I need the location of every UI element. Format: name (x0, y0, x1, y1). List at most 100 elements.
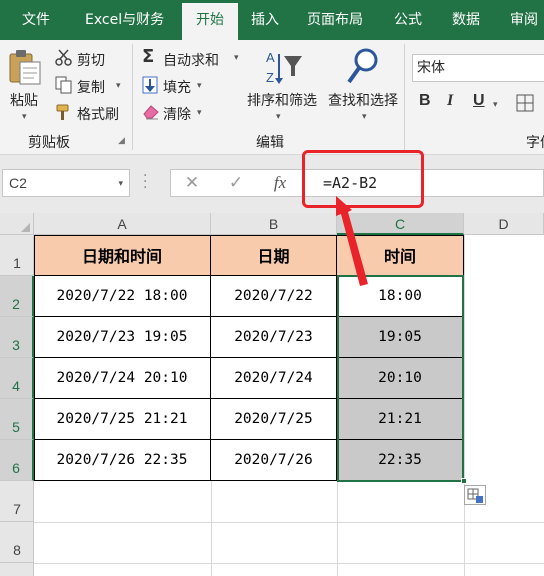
column-header-d[interactable]: D (464, 213, 544, 235)
column-header-c[interactable]: C (337, 213, 464, 235)
cell-a5[interactable]: 2020/7/25 21:21 (34, 399, 211, 440)
row-header-2[interactable]: 2 (0, 276, 34, 317)
eraser-icon (143, 105, 159, 120)
row-header-7[interactable]: 7 (0, 481, 34, 522)
tab-home[interactable]: 开始 (182, 3, 238, 40)
find-magnifier-icon (347, 48, 378, 84)
chevron-down-icon: ▾ (234, 53, 239, 63)
quick-analysis-button[interactable] (464, 485, 486, 505)
cell-a1[interactable]: 日期和时间 (34, 235, 211, 276)
underline-button[interactable]: U (473, 92, 485, 110)
cell-b2[interactable]: 2020/7/22 (211, 276, 337, 317)
cell-c3[interactable]: 19:05 (337, 317, 464, 358)
row-header-4[interactable]: 4 (0, 358, 34, 399)
italic-button[interactable]: I (447, 92, 453, 110)
clipboard-group-label: 剪贴板 (28, 135, 70, 151)
row-header-8[interactable]: 8 (0, 522, 34, 563)
tab-review[interactable]: 审阅 (510, 0, 538, 40)
tab-page-layout[interactable]: 页面布局 (307, 0, 363, 40)
group-separator (404, 44, 405, 150)
clear-label: 清除 (163, 107, 191, 123)
fill-handle[interactable] (461, 478, 467, 484)
gridline (34, 563, 544, 564)
group-separator (132, 44, 133, 150)
ribbon: 粘贴 ▾ 剪切 复制 ▾ 格式刷 剪贴板 ◢ Σ 自动求和 ▾ 填充 ▾ 清除 … (0, 40, 544, 155)
sort-filter-icon: A Z (266, 50, 302, 85)
column-headers: A B C D (0, 213, 544, 235)
copy-label: 复制 (77, 80, 105, 96)
cell-b5[interactable]: 2020/7/25 (211, 399, 337, 440)
quick-analysis-icon (467, 488, 483, 503)
editing-group-label: 编辑 (256, 135, 284, 151)
fill-down-icon (142, 76, 158, 94)
row-header-6[interactable]: 6 (0, 440, 34, 481)
cell-b4[interactable]: 2020/7/24 (211, 358, 337, 399)
font-name-input[interactable]: 宋体 (412, 54, 544, 82)
name-box[interactable]: C2 ▾ (2, 169, 130, 197)
formula-buttons: ✕ ✓ fx (170, 169, 304, 197)
tab-file[interactable]: 文件 (22, 0, 50, 40)
chevron-down-icon[interactable]: ▾ (493, 100, 498, 110)
tab-formulas[interactable]: 公式 (394, 0, 422, 40)
row-headers: 1 2 3 4 5 6 7 8 (0, 235, 34, 576)
formula-input[interactable]: =A2-B2 (304, 169, 544, 197)
chevron-down-icon: ▾ (22, 112, 27, 122)
cell-a2[interactable]: 2020/7/22 18:00 (34, 276, 211, 317)
cell-a3[interactable]: 2020/7/23 19:05 (34, 317, 211, 358)
bold-button[interactable]: B (419, 92, 431, 110)
dialog-launcher-icon[interactable]: ◢ (118, 136, 125, 146)
formula-bar: C2 ▾ · · · ✕ ✓ fx =A2-B2 (0, 155, 544, 213)
name-box-value: C2 (9, 175, 27, 191)
fill-label: 填充 (163, 80, 191, 96)
scissors-icon (55, 49, 72, 66)
svg-text:Z: Z (266, 70, 274, 85)
tab-excel-finance[interactable]: Excel与财务 (85, 0, 164, 40)
svg-text:A: A (266, 50, 275, 65)
row-header-5[interactable]: 5 (0, 399, 34, 440)
chevron-down-icon: ▾ (197, 108, 202, 118)
insert-function-icon[interactable]: fx (265, 170, 295, 196)
tab-insert[interactable]: 插入 (251, 0, 279, 40)
format-painter-label: 格式刷 (77, 107, 119, 123)
row-header-3[interactable]: 3 (0, 317, 34, 358)
chevron-down-icon: ▾ (276, 112, 281, 122)
chevron-down-icon[interactable]: ▾ (116, 81, 121, 91)
select-all-triangle-icon (21, 223, 30, 232)
column-header-a[interactable]: A (34, 213, 211, 235)
cell-c2[interactable]: 18:00 (337, 276, 464, 317)
ribbon-tab-bar: 文件 Excel与财务 开始 插入 页面布局 公式 数据 审阅 (0, 0, 544, 40)
gridline (464, 235, 465, 576)
paste-icon (9, 50, 41, 85)
cell-c6[interactable]: 22:35 (337, 440, 464, 481)
cell-b3[interactable]: 2020/7/23 (211, 317, 337, 358)
chevron-down-icon: ▾ (197, 81, 202, 91)
copy-icon (55, 76, 72, 94)
cell-b1[interactable]: 日期 (211, 235, 337, 276)
chevron-down-icon[interactable]: ▾ (118, 170, 123, 196)
paste-label: 粘贴 (10, 93, 38, 109)
cell-c4[interactable]: 20:10 (337, 358, 464, 399)
format-painter-icon (56, 104, 69, 120)
find-select-label: 查找和选择 (328, 93, 398, 109)
select-all-button[interactable] (0, 213, 34, 235)
enter-icon[interactable]: ✓ (221, 170, 251, 196)
cell-b6[interactable]: 2020/7/26 (211, 440, 337, 481)
tab-data[interactable]: 数据 (452, 0, 480, 40)
cell-c1[interactable]: 时间 (337, 235, 464, 276)
cell-a6[interactable]: 2020/7/26 22:35 (34, 440, 211, 481)
autosum-label: 自动求和 (163, 53, 219, 69)
column-header-b[interactable]: B (211, 213, 337, 235)
cancel-icon[interactable]: ✕ (177, 170, 207, 196)
sigma-icon: Σ (142, 46, 155, 67)
borders-icon[interactable] (516, 94, 534, 112)
font-group-label: 字体 (526, 135, 544, 151)
cell-c5[interactable]: 21:21 (337, 399, 464, 440)
chevron-down-icon: ▾ (362, 112, 367, 122)
gridline (34, 522, 544, 523)
row-header-1[interactable]: 1 (0, 235, 34, 276)
drag-handle-icon[interactable]: · · · (143, 169, 147, 195)
cut-label: 剪切 (77, 53, 105, 69)
cell-a4[interactable]: 2020/7/24 20:10 (34, 358, 211, 399)
sort-filter-label: 排序和筛选 (247, 93, 317, 109)
worksheet-grid[interactable]: 日期和时间 日期 时间 2020/7/22 18:00 2020/7/22 18… (34, 235, 544, 576)
